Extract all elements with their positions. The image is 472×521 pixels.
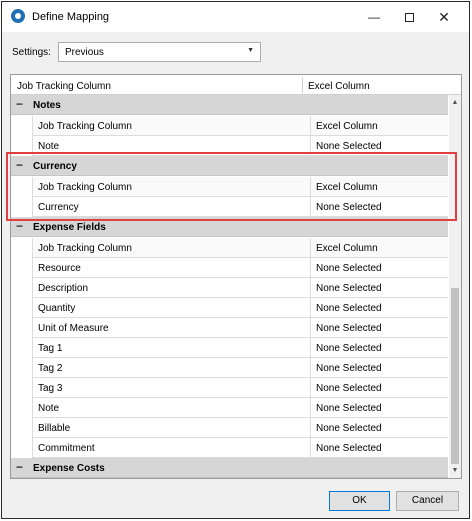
cell-separator: [310, 238, 311, 257]
excel-column-cell[interactable]: Excel Column: [316, 182, 378, 193]
group-title: Currency: [33, 161, 77, 172]
table-row[interactable]: Job Tracking Column Excel Column: [32, 238, 448, 258]
cell-separator: [310, 418, 311, 437]
job-tracking-cell: Description: [38, 283, 89, 294]
table-row[interactable]: Job Tracking Column Excel Column: [32, 116, 448, 136]
excel-column-cell[interactable]: None Selected: [316, 323, 382, 334]
settings-dropdown[interactable]: Previous ▼: [58, 42, 261, 62]
excel-column-cell[interactable]: None Selected: [316, 383, 382, 394]
job-tracking-cell: Unit of Measure: [38, 323, 109, 334]
table-row[interactable]: Description None Selected: [32, 278, 448, 298]
grid-header: Job Tracking Column Excel Column: [11, 75, 461, 95]
cell-separator: [310, 116, 311, 135]
collapse-toggle-icon[interactable]: −: [16, 97, 23, 111]
table-row[interactable]: Commitment None Selected: [32, 438, 448, 458]
job-tracking-cell: Billable: [38, 423, 71, 434]
scroll-up-icon[interactable]: ▲: [449, 97, 461, 109]
close-button[interactable]: ✕: [428, 2, 460, 32]
table-row[interactable]: Billable None Selected: [32, 418, 448, 438]
group-header-expense-fields[interactable]: − Expense Fields: [11, 217, 448, 237]
cell-separator: [310, 318, 311, 337]
cell-separator: [310, 338, 311, 357]
excel-column-cell[interactable]: None Selected: [316, 403, 382, 414]
group-title: Expense Fields: [33, 222, 106, 233]
job-tracking-cell: Tag 3: [38, 383, 63, 394]
table-row[interactable]: Tag 3 None Selected: [32, 378, 448, 398]
excel-column-cell[interactable]: Excel Column: [316, 243, 378, 254]
scroll-down-icon[interactable]: ▼: [449, 465, 461, 477]
excel-column-cell[interactable]: None Selected: [316, 343, 382, 354]
table-row[interactable]: Quantity None Selected: [32, 298, 448, 318]
table-row[interactable]: Tag 1 None Selected: [32, 338, 448, 358]
group-header-notes[interactable]: − Notes: [11, 95, 448, 115]
group-title: Notes: [33, 100, 61, 111]
table-row[interactable]: Job Tracking Column Excel Column: [32, 177, 448, 197]
cell-separator: [310, 197, 311, 216]
table-row[interactable]: Unit of Measure None Selected: [32, 318, 448, 338]
chevron-down-icon: ▼: [247, 47, 254, 54]
maximize-button[interactable]: [393, 2, 425, 32]
cell-separator: [310, 298, 311, 317]
table-row[interactable]: Note None Selected: [32, 398, 448, 418]
group-header-currency[interactable]: − Currency: [11, 156, 448, 176]
job-tracking-cell: Resource: [38, 263, 81, 274]
job-tracking-cell: Commitment: [38, 443, 95, 454]
app-icon: [11, 9, 25, 23]
job-tracking-cell: Job Tracking Column: [38, 243, 132, 254]
ok-button[interactable]: OK: [329, 491, 390, 511]
table-row[interactable]: Resource None Selected: [32, 258, 448, 278]
group-title: Expense Costs: [33, 463, 105, 474]
minimize-button[interactable]: —: [358, 2, 390, 32]
header-excel-column[interactable]: Excel Column: [308, 81, 370, 92]
excel-column-cell[interactable]: None Selected: [316, 202, 382, 213]
title-bar: Define Mapping — ✕: [2, 2, 469, 32]
cell-separator: [310, 358, 311, 377]
excel-column-cell[interactable]: None Selected: [316, 303, 382, 314]
header-separator: [302, 77, 303, 93]
job-tracking-cell: Note: [38, 141, 60, 152]
maximize-icon: [404, 13, 414, 23]
collapse-toggle-icon[interactable]: −: [16, 460, 23, 474]
cancel-button[interactable]: Cancel: [396, 491, 459, 511]
define-mapping-dialog: Define Mapping — ✕ Settings: Previous ▼ …: [1, 1, 470, 519]
header-job-tracking-column[interactable]: Job Tracking Column: [17, 81, 111, 92]
scroll-thumb[interactable]: [451, 288, 459, 464]
job-tracking-cell: Note: [38, 403, 60, 414]
excel-column-cell[interactable]: None Selected: [316, 443, 382, 454]
collapse-toggle-icon[interactable]: −: [16, 158, 23, 172]
excel-column-cell[interactable]: None Selected: [316, 141, 382, 152]
cell-separator: [310, 258, 311, 277]
table-row[interactable]: Tag 2 None Selected: [32, 358, 448, 378]
collapse-toggle-icon[interactable]: −: [16, 219, 23, 233]
excel-column-cell[interactable]: None Selected: [316, 283, 382, 294]
job-tracking-cell: Job Tracking Column: [38, 121, 132, 132]
settings-label: Settings:: [12, 47, 51, 58]
cell-separator: [310, 378, 311, 397]
settings-selected-value: Previous: [65, 47, 104, 58]
job-tracking-cell: Quantity: [38, 303, 76, 314]
mapping-grid: Job Tracking Column Excel Column − Notes…: [10, 74, 462, 479]
cell-separator: [310, 398, 311, 417]
excel-column-cell[interactable]: None Selected: [316, 363, 382, 374]
excel-column-cell[interactable]: None Selected: [316, 423, 382, 434]
job-tracking-cell: Tag 2: [38, 363, 63, 374]
job-tracking-cell: Job Tracking Column: [38, 182, 132, 193]
table-row[interactable]: Note None Selected: [32, 136, 448, 156]
window-title: Define Mapping: [32, 11, 110, 23]
excel-column-cell[interactable]: Excel Column: [316, 121, 378, 132]
group-header-expense-costs[interactable]: − Expense Costs: [11, 458, 448, 478]
cell-separator: [310, 177, 311, 196]
vertical-scrollbar[interactable]: ▲ ▼: [449, 95, 461, 478]
table-row[interactable]: Currency None Selected: [32, 197, 448, 217]
cell-separator: [310, 438, 311, 457]
cell-separator: [310, 278, 311, 297]
job-tracking-cell: Currency: [38, 202, 79, 213]
excel-column-cell[interactable]: None Selected: [316, 263, 382, 274]
cell-separator: [310, 136, 311, 155]
job-tracking-cell: Tag 1: [38, 343, 63, 354]
